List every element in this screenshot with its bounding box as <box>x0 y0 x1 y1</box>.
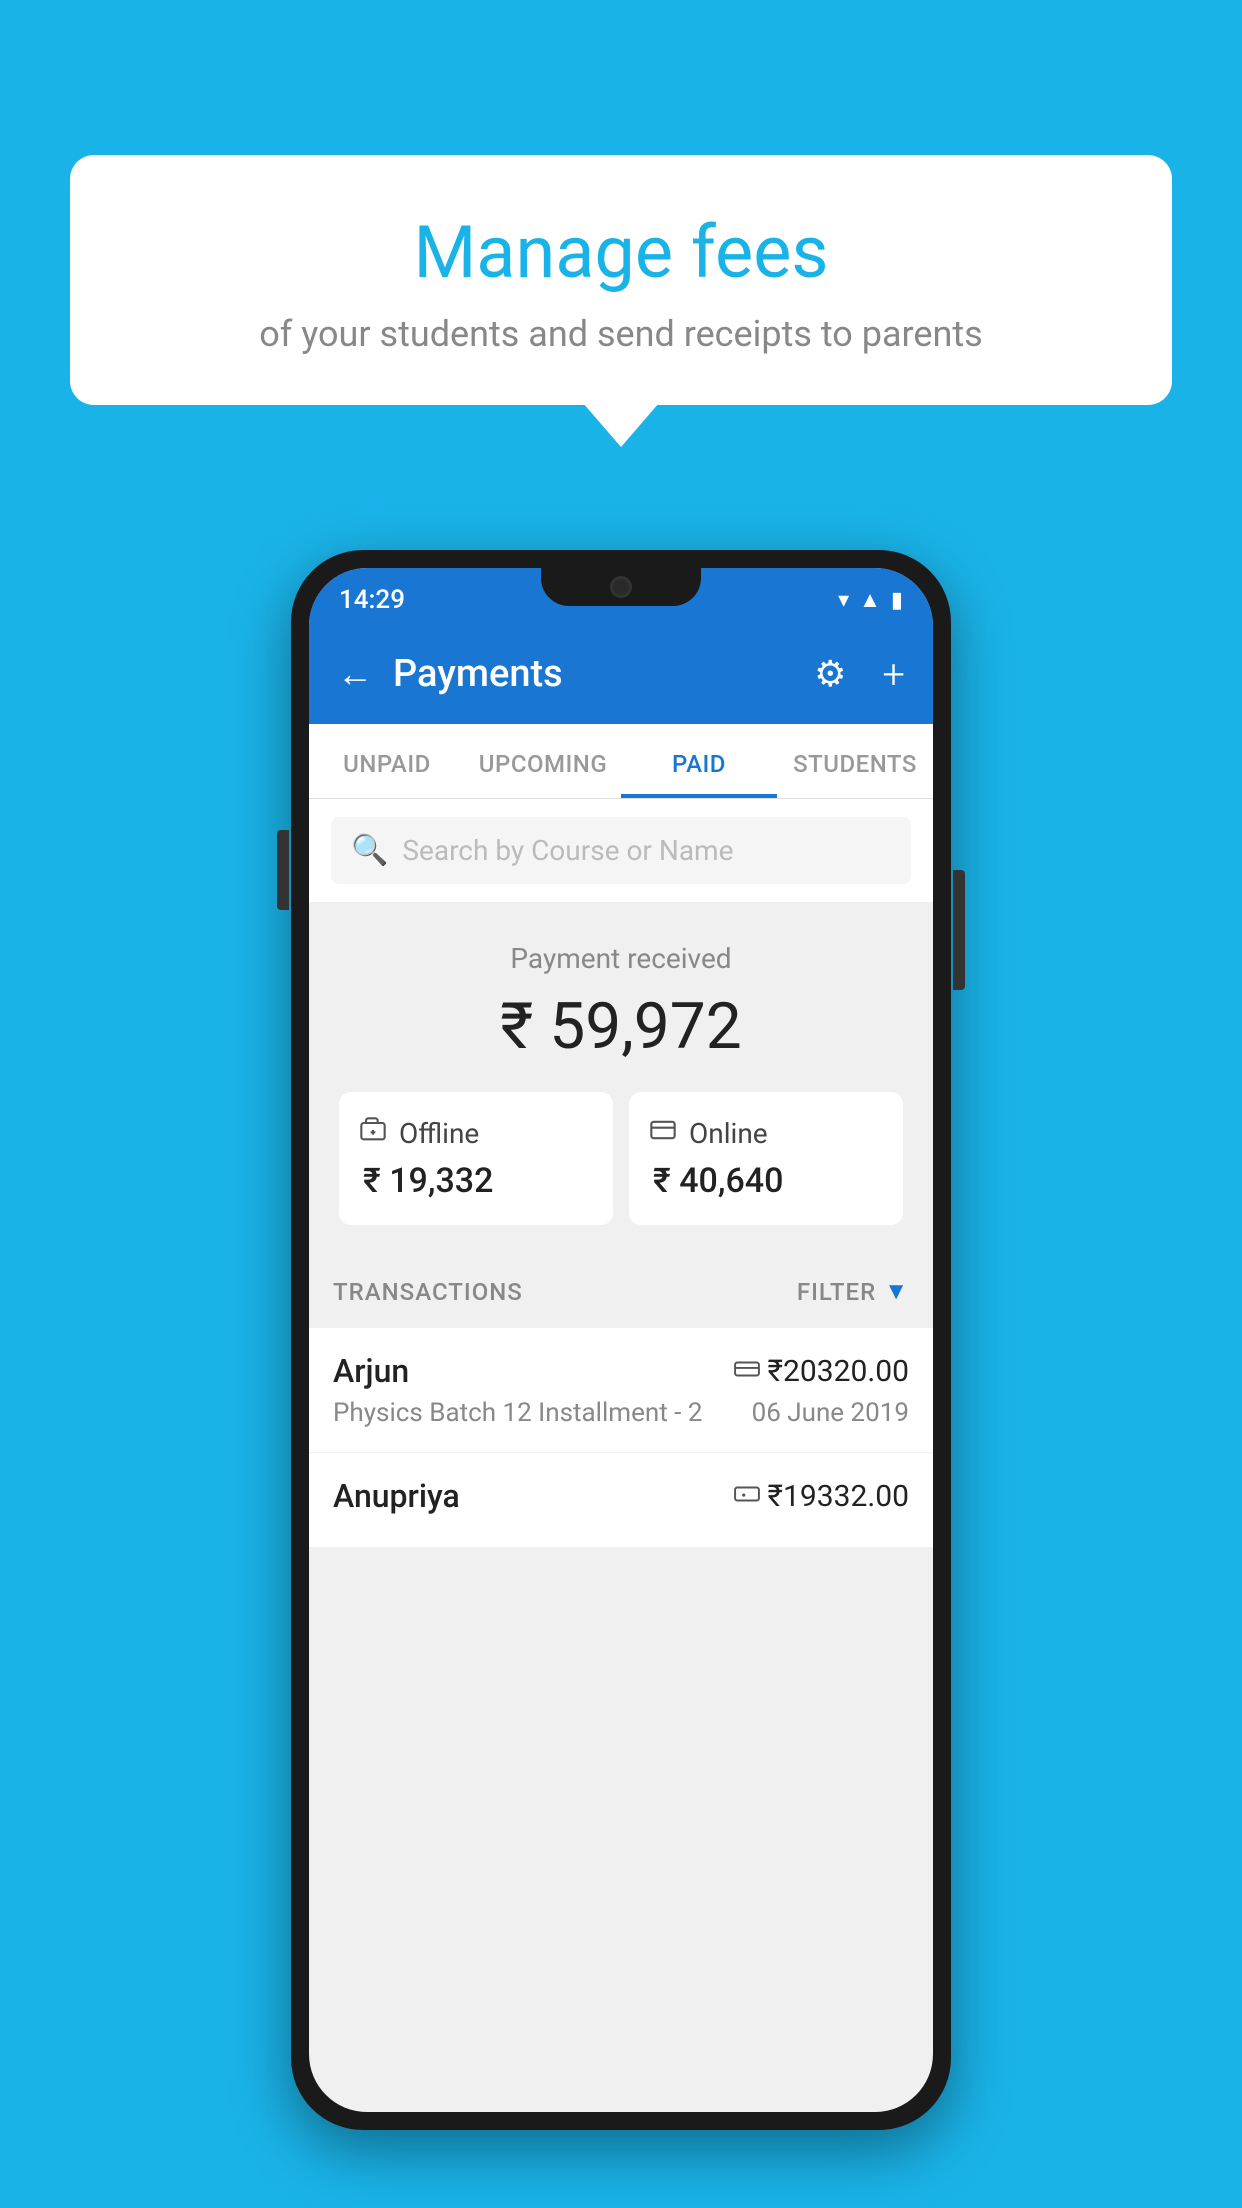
transaction-row[interactable]: Arjun ₹20320.00 Physics Batch 12 Install… <box>309 1328 933 1453</box>
speech-bubble-subtitle: of your students and send receipts to pa… <box>130 313 1112 355</box>
transaction-row[interactable]: Anupriya ₹19332.00 <box>309 1453 933 1548</box>
transactions-header: TRANSACTIONS FILTER ▼ <box>309 1255 933 1328</box>
online-card: Online ₹ 40,640 <box>629 1092 903 1225</box>
app-bar: ← Payments ⚙ + <box>309 624 933 724</box>
payment-summary: Payment received ₹ 59,972 <box>309 902 933 1255</box>
payment-label: Payment received <box>329 942 913 975</box>
speech-bubble: Manage fees of your students and send re… <box>70 155 1172 405</box>
phone-notch <box>541 568 701 606</box>
search-input[interactable]: Search by Course or Name <box>402 834 733 867</box>
tab-paid[interactable]: PAID <box>621 724 777 798</box>
transaction-amount: ₹19332.00 <box>768 1479 909 1514</box>
add-button[interactable]: + <box>882 651 905 698</box>
speech-bubble-title: Manage fees <box>130 210 1112 295</box>
transaction-amount: ₹20320.00 <box>768 1354 909 1389</box>
transaction-name: Arjun <box>333 1352 409 1390</box>
online-label: Online <box>689 1117 768 1150</box>
payment-cards: Offline ₹ 19,332 <box>329 1092 913 1225</box>
app-title: Payments <box>393 652 794 696</box>
back-button[interactable]: ← <box>337 653 373 695</box>
status-icons: ▾ ▲ ▮ <box>838 587 903 613</box>
search-bar[interactable]: 🔍 Search by Course or Name <box>331 817 911 884</box>
payment-total: ₹ 59,972 <box>329 989 913 1064</box>
filter-button[interactable]: FILTER ▼ <box>797 1277 909 1306</box>
wifi-icon: ▾ <box>838 588 849 613</box>
tab-upcoming[interactable]: UPCOMING <box>465 724 621 798</box>
payment-type-icon <box>734 1356 760 1386</box>
phone-screen: 14:29 ▾ ▲ ▮ ← Payments ⚙ + UNPAID <box>309 568 933 2112</box>
transaction-name: Anupriya <box>333 1477 460 1515</box>
online-amount: ₹ 40,640 <box>649 1161 883 1201</box>
filter-icon: ▼ <box>884 1277 909 1306</box>
offline-amount: ₹ 19,332 <box>359 1161 593 1201</box>
phone-outer: 14:29 ▾ ▲ ▮ ← Payments ⚙ + UNPAID <box>291 550 951 2130</box>
front-camera <box>610 576 632 598</box>
transactions-label: TRANSACTIONS <box>333 1278 523 1306</box>
status-time: 14:29 <box>339 585 405 615</box>
tab-bar: UNPAID UPCOMING PAID STUDENTS <box>309 724 933 799</box>
tab-unpaid[interactable]: UNPAID <box>309 724 465 798</box>
payment-type-icon-offline <box>734 1481 760 1511</box>
settings-button[interactable]: ⚙ <box>814 653 846 695</box>
battery-icon: ▮ <box>891 588 903 613</box>
search-container: 🔍 Search by Course or Name <box>309 799 933 902</box>
offline-icon <box>359 1116 387 1151</box>
transaction-course: Physics Batch 12 Installment - 2 <box>333 1398 702 1428</box>
offline-card: Offline ₹ 19,332 <box>339 1092 613 1225</box>
signal-icon: ▲ <box>859 587 881 613</box>
tab-students[interactable]: STUDENTS <box>777 724 933 798</box>
transaction-date: 06 June 2019 <box>752 1398 909 1428</box>
search-icon: 🔍 <box>351 833 388 868</box>
online-icon <box>649 1116 677 1151</box>
phone-mockup: 14:29 ▾ ▲ ▮ ← Payments ⚙ + UNPAID <box>291 550 951 2130</box>
offline-label: Offline <box>399 1117 479 1150</box>
